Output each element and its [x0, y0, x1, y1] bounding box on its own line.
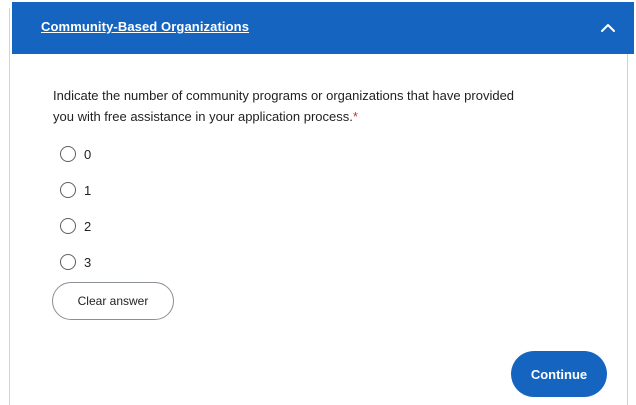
question-text: Indicate the number of community program… — [53, 85, 523, 127]
chevron-up-icon[interactable] — [594, 14, 622, 42]
page: Community-Based Organizations Indicate t… — [0, 0, 636, 405]
radio-button[interactable] — [60, 254, 76, 270]
radio-label: 1 — [84, 182, 92, 198]
radio-option-1[interactable]: 1 — [60, 172, 91, 208]
radio-label: 3 — [84, 254, 92, 270]
form-panel — [9, 8, 628, 405]
radio-label: 2 — [84, 218, 92, 234]
radio-option-0[interactable]: 0 — [60, 136, 91, 172]
question-label: Indicate the number of community program… — [53, 88, 515, 124]
radio-option-3[interactable]: 3 — [60, 244, 91, 280]
radio-group: 0 1 2 3 — [60, 136, 91, 280]
radio-button[interactable] — [60, 218, 76, 234]
continue-button[interactable]: Continue — [511, 351, 607, 397]
radio-label: 0 — [84, 146, 92, 162]
required-marker: * — [352, 109, 358, 124]
section-title-link[interactable]: Community-Based Organizations — [41, 19, 249, 34]
radio-button[interactable] — [60, 146, 76, 162]
section-header: Community-Based Organizations — [12, 2, 634, 54]
radio-option-2[interactable]: 2 — [60, 208, 91, 244]
clear-answer-button[interactable]: Clear answer — [52, 282, 174, 320]
radio-button[interactable] — [60, 182, 76, 198]
